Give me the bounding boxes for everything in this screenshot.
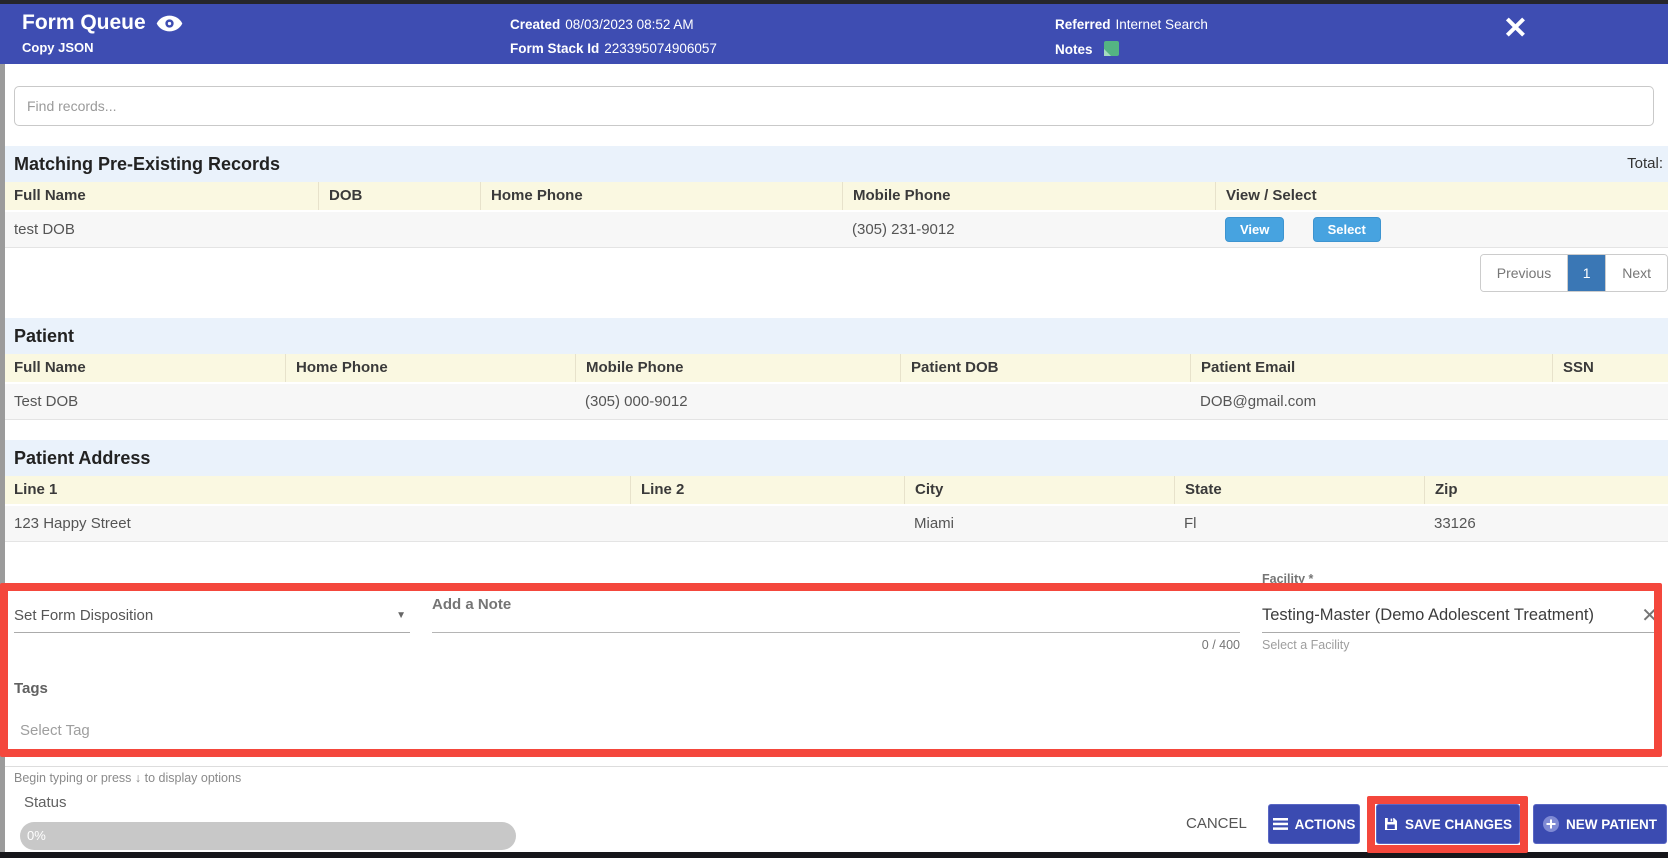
actions-button[interactable]: ACTIONS [1268, 804, 1360, 844]
address-table-header: Line 1 Line 2 City State Zip [0, 476, 1668, 504]
cancel-button[interactable]: CANCEL [1186, 804, 1247, 844]
matching-table-header: Full Name DOB Home Phone Mobile Phone Vi… [0, 182, 1668, 210]
notes-label: Notes [1055, 42, 1093, 57]
referred-value: Internet Search [1115, 17, 1208, 32]
column-header: City [904, 476, 1174, 504]
facility-clear-icon[interactable]: ✕ [1641, 599, 1658, 633]
created-value: 08/03/2023 08:52 AM [565, 17, 694, 32]
column-header: DOB [318, 182, 480, 210]
cell-zip: 33126 [1434, 515, 1476, 532]
save-changes-button-label: SAVE CHANGES [1404, 816, 1513, 832]
form-disposition-select[interactable]: Set Form Disposition ▼ [14, 600, 410, 633]
save-icon [1384, 817, 1398, 831]
matching-section-band: Matching Pre-Existing Records Total: [0, 146, 1668, 182]
left-scrollbar-strip[interactable] [0, 64, 5, 852]
facility-select[interactable]: Testing-Master (Demo Adolescent Treatmen… [1262, 598, 1658, 633]
form-controls-section: Set Form Disposition ▼ Add a Note 0 / 40… [0, 542, 1668, 766]
form-disposition-label: Set Form Disposition [14, 607, 154, 624]
cell-mobile-phone: (305) 231-9012 [852, 221, 955, 238]
form-stack-info: Form Stack Id 223395074906057 [510, 41, 717, 56]
actions-button-label: ACTIONS [1294, 816, 1356, 832]
address-section-band: Patient Address [0, 440, 1668, 476]
search-section [0, 64, 1668, 146]
cell-city: Miami [914, 515, 954, 532]
add-note-label: Add a Note [432, 596, 512, 613]
column-header: Zip [1424, 476, 1668, 504]
copy-json-link[interactable]: Copy JSON [22, 40, 94, 55]
patient-section-band: Patient [0, 318, 1668, 354]
note-input[interactable] [432, 632, 1240, 633]
column-header: Patient Email [1190, 354, 1552, 382]
chevron-down-icon: ▼ [396, 610, 406, 621]
matching-section-title: Matching Pre-Existing Records [14, 154, 281, 174]
column-header: Mobile Phone [842, 182, 1215, 210]
new-patient-button-label: NEW PATIENT [1566, 816, 1657, 832]
page-title: Form Queue [22, 11, 146, 34]
progress-percentage: 0% [27, 828, 46, 843]
page-title-row: Form Queue [22, 11, 183, 35]
patient-section-title: Patient [14, 326, 75, 346]
status-progress-bar: 0% [20, 822, 516, 850]
column-header: Mobile Phone [575, 354, 900, 382]
column-header: Line 1 [14, 481, 58, 498]
facility-helper-text: Select a Facility [1262, 638, 1350, 652]
address-table-row: 123 Happy Street Miami Fl 33126 [0, 504, 1668, 542]
created-info: Created 08/03/2023 08:52 AM [510, 17, 694, 32]
cell-full-name: test DOB [14, 221, 75, 238]
view-button[interactable]: View [1225, 217, 1285, 242]
column-header: Full Name [14, 187, 86, 204]
cell-mobile-phone: (305) 000-9012 [585, 393, 688, 410]
cell-line1: 123 Happy Street [14, 515, 131, 532]
note-icon[interactable] [1103, 41, 1119, 56]
pagination-next[interactable]: Next [1605, 255, 1667, 291]
tags-label: Tags [14, 680, 48, 697]
column-header: View / Select [1215, 182, 1668, 210]
referred-info: Referred Internet Search [1055, 17, 1208, 32]
pagination-previous[interactable]: Previous [1480, 255, 1568, 291]
facility-value: Testing-Master (Demo Adolescent Treatmen… [1262, 606, 1594, 624]
address-section-title: Patient Address [14, 448, 151, 468]
referred-label: Referred [1055, 17, 1111, 32]
modal-header: Form Queue Copy JSON Created 08/03/2023 0… [0, 4, 1668, 64]
notes-info: Notes [1055, 41, 1119, 57]
window-top-edge [0, 0, 1668, 4]
eye-icon[interactable] [156, 15, 183, 32]
select-button[interactable]: Select [1312, 217, 1381, 242]
matching-table-row: test DOB (305) 231-9012 View Select [0, 210, 1668, 248]
patient-table-header: Full Name Home Phone Mobile Phone Patien… [0, 354, 1668, 382]
hamburger-icon [1272, 818, 1288, 830]
window-bottom-edge [0, 852, 1668, 858]
tag-input-underline [0, 766, 1668, 767]
cell-patient-email: DOB@gmail.com [1200, 393, 1317, 410]
cell-full-name: Test DOB [14, 393, 79, 410]
form-queue-modal: Form Queue Copy JSON Created 08/03/2023 0… [0, 0, 1668, 858]
save-changes-button[interactable]: SAVE CHANGES [1376, 804, 1520, 844]
created-label: Created [510, 17, 561, 32]
column-header: Home Phone [285, 354, 575, 382]
pagination: Previous 1 Next [1479, 254, 1668, 292]
pagination-page-1[interactable]: 1 [1567, 255, 1606, 291]
status-label: Status [24, 794, 67, 811]
column-header: State [1174, 476, 1424, 504]
close-icon[interactable]: ✕ [1503, 14, 1528, 44]
note-char-counter: 0 / 400 [1201, 638, 1240, 652]
cell-state: Fl [1184, 515, 1197, 532]
patient-table-row: Test DOB (305) 000-9012 DOB@gmail.com [0, 382, 1668, 420]
form-stack-value: 223395074906057 [604, 41, 717, 56]
column-header: Full Name [14, 359, 86, 376]
column-header: Patient DOB [900, 354, 1190, 382]
tag-select-input[interactable]: Select Tag [20, 722, 90, 739]
new-patient-button[interactable]: NEW PATIENT [1533, 804, 1667, 844]
matching-total: Total: [1627, 155, 1663, 172]
column-header: SSN [1552, 354, 1668, 382]
cell-view-select: View Select [1215, 217, 1668, 242]
form-stack-label: Form Stack Id [510, 41, 600, 56]
facility-label: Facility * [1262, 572, 1314, 586]
column-header: Line 2 [630, 476, 904, 504]
column-header: Home Phone [480, 182, 842, 210]
plus-circle-icon [1543, 816, 1559, 832]
search-input[interactable] [14, 86, 1654, 126]
tag-helper-text: Begin typing or press ↓ to display optio… [14, 771, 242, 785]
